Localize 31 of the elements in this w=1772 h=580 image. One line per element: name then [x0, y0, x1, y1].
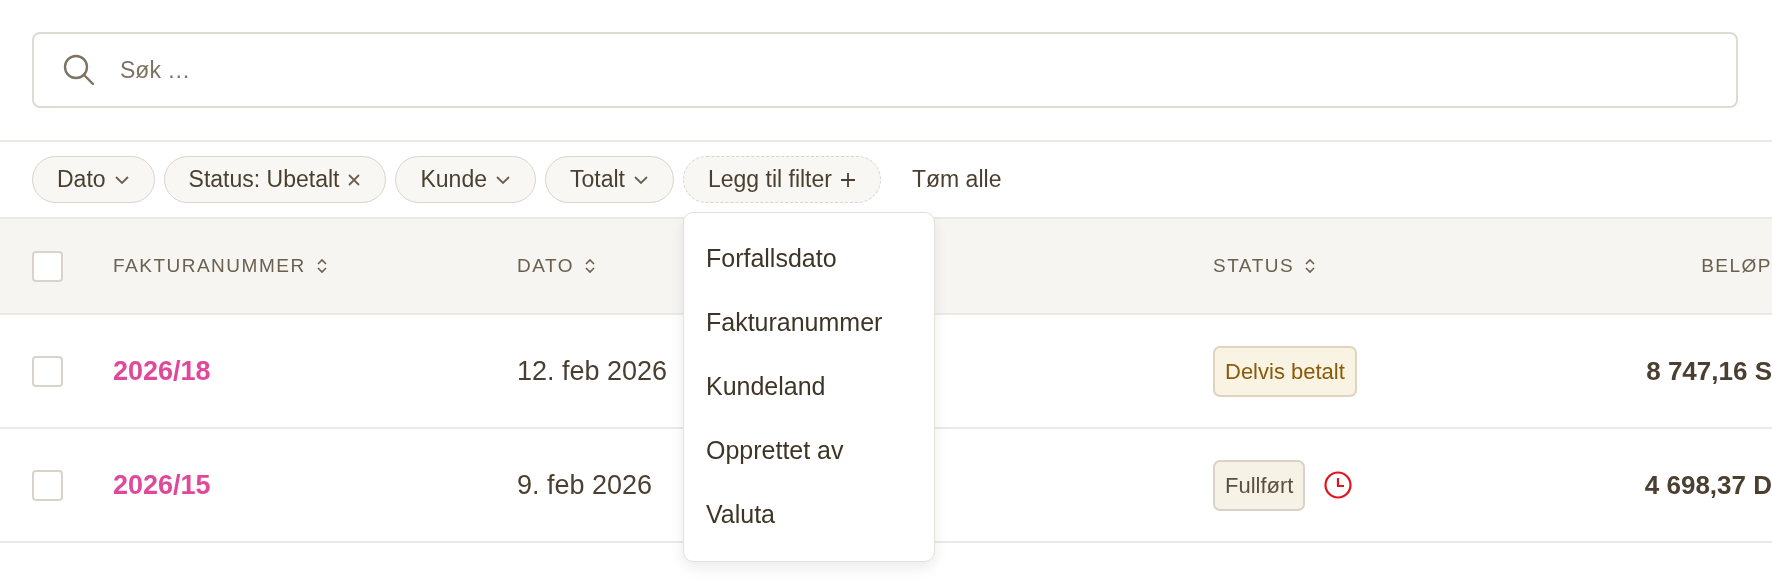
- menu-item[interactable]: Valuta: [683, 483, 934, 547]
- amount-text: 8 747,16 S: [1646, 355, 1772, 386]
- column-header[interactable]: STATUS: [1213, 251, 1317, 281]
- status-badge: Fullført: [1213, 459, 1306, 511]
- menu-item[interactable]: Opprettet av: [683, 419, 934, 483]
- search-input[interactable]: Søk …: [118, 51, 1708, 89]
- column-header[interactable]: FAKTURANUMMER: [113, 251, 328, 281]
- menu-item[interactable]: Forfallsdato: [683, 227, 934, 291]
- date-text: 9. feb 2026: [517, 469, 653, 500]
- amount-text: 4 698,37 D: [1644, 469, 1772, 500]
- plus-icon: [839, 171, 856, 188]
- clear-all-link[interactable]: Tøm alle: [911, 162, 1002, 197]
- row-checkbox[interactable]: [32, 469, 63, 501]
- column-header[interactable]: DATO: [517, 251, 597, 281]
- filter-chip[interactable]: Dato: [32, 156, 155, 203]
- close-icon: [347, 172, 362, 187]
- filter-chip[interactable]: Status: Ubetalt: [163, 156, 387, 203]
- menu-item[interactable]: Kundeland: [683, 355, 934, 419]
- select-all-checkbox[interactable]: [32, 250, 63, 282]
- menu-item[interactable]: Fakturanummer: [683, 291, 934, 355]
- row-checkbox[interactable]: [32, 355, 63, 387]
- invoice-link[interactable]: 2026/18: [113, 355, 211, 386]
- search-field[interactable]: Søk …: [32, 32, 1738, 108]
- filter-chip[interactable]: Kunde: [395, 156, 536, 203]
- date-text: 12. feb 2026: [517, 355, 668, 386]
- column-header: BELØP: [1701, 253, 1772, 278]
- add-filter-button[interactable]: Legg til filter: [682, 156, 881, 203]
- status-badge: Delvis betalt: [1213, 345, 1357, 397]
- invoice-link[interactable]: 2026/15: [113, 469, 211, 500]
- filter-chip[interactable]: Totalt: [544, 156, 674, 203]
- search-icon: [62, 53, 96, 87]
